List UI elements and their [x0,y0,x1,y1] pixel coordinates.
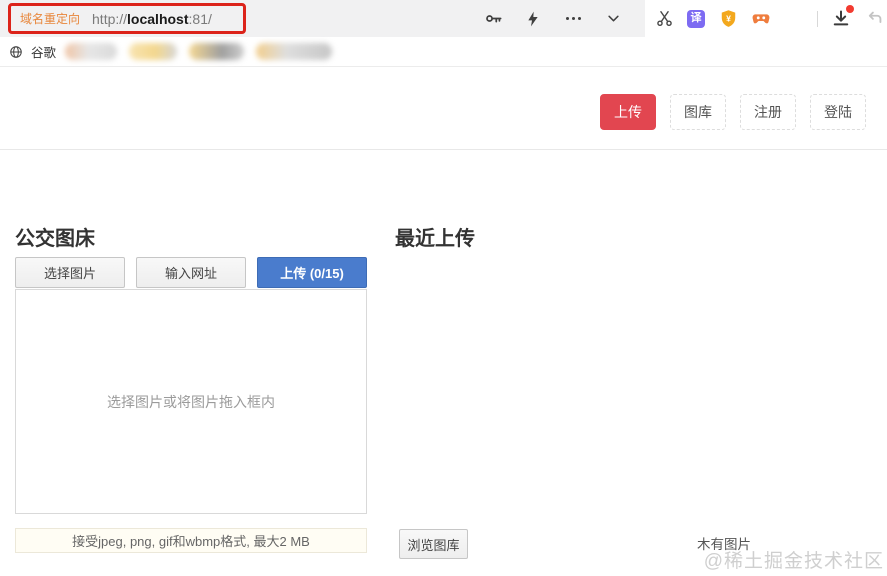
recent-uploads-title: 最近上传 [395,228,475,250]
site-nav: 上传 图库 注册 登陆 [600,94,866,130]
blurred-bookmark[interactable] [189,43,245,60]
main-content: 公交图床 最近上传 选择图片 输入网址 上传 (0/15) 选择图片或将图片拖入… [0,150,887,576]
scissors-icon[interactable] [654,9,674,29]
nav-register-button[interactable]: 注册 [740,94,796,130]
blurred-bookmark[interactable] [129,43,178,60]
bookmark-google-label: 谷歌 [31,46,57,60]
bookmark-google[interactable]: 谷歌 [6,42,56,62]
upload-count-button[interactable]: 上传 (0/15) [257,257,367,288]
browser-window: 域名重定向 http://localhost:81/ 译 ¥ 谷歌 上传 图库 … [0,0,887,576]
nav-upload-button[interactable]: 上传 [600,94,656,130]
lightning-icon[interactable] [523,9,543,29]
uploader-buttons: 选择图片 输入网址 上传 (0/15) [15,257,367,288]
enter-url-button[interactable]: 输入网址 [136,257,246,288]
browse-gallery-button[interactable]: 浏览图库 [399,529,468,559]
download-icon[interactable] [831,4,854,29]
site-header: 上传 图库 注册 登陆 [0,68,887,150]
key-icon[interactable] [483,9,503,29]
translate-icon[interactable]: 译 [687,9,705,28]
browser-toolbar: 域名重定向 http://localhost:81/ 译 ¥ [0,0,887,37]
toolbar-divider [817,10,818,27]
gamepad-icon[interactable] [751,9,771,29]
url-suffix: :81/ [188,10,212,27]
watermark: @稀土掘金技术社区 [703,551,884,572]
chevron-down-icon[interactable] [603,9,623,29]
redirect-label: 域名重定向 [20,12,81,26]
download-badge [846,4,854,13]
image-dropzone[interactable]: 选择图片或将图片拖入框内 [15,289,367,514]
choose-image-button[interactable]: 选择图片 [15,257,125,288]
address-bar[interactable]: 域名重定向 http://localhost:81/ [0,0,645,37]
shield-icon[interactable]: ¥ [718,9,738,29]
blurred-bookmark[interactable] [65,43,118,60]
undo-icon[interactable] [864,9,884,29]
extensions-area: 译 ¥ [645,0,887,37]
more-options-icon[interactable] [563,9,583,29]
url-domain: localhost [127,10,189,27]
nav-gallery-button[interactable]: 图库 [670,94,726,130]
dropzone-hint: 选择图片或将图片拖入框内 [107,393,275,410]
apps-grid-icon[interactable] [784,9,804,29]
formats-note: 接受jpeg, png, gif和wbmp格式, 最大2 MB [15,528,367,553]
bookmarks-bar: 谷歌 [0,37,887,67]
nav-login-button[interactable]: 登陆 [810,94,866,130]
svg-text:¥: ¥ [726,13,731,23]
uploader-title: 公交图床 [15,228,95,250]
url-text[interactable]: http://localhost:81/ [92,11,212,27]
url-prefix: http:// [92,10,128,27]
formats-note-text: 接受jpeg, png, gif和wbmp格式, 最大2 MB [72,534,310,549]
blurred-bookmarks [65,43,333,60]
blurred-bookmark[interactable] [256,43,333,60]
globe-icon [6,42,26,62]
